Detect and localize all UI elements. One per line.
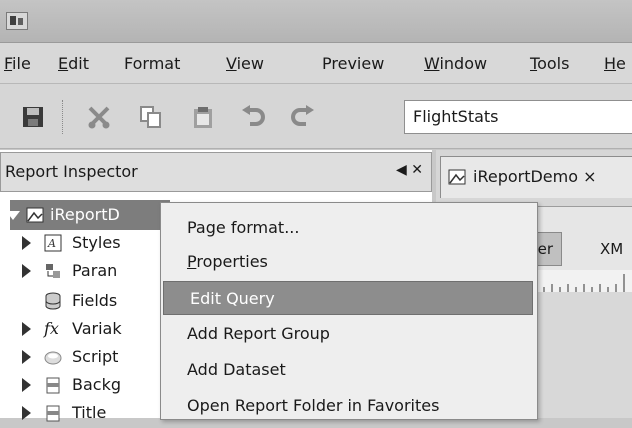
tree-node-variables[interactable]: fx Variak <box>0 314 160 344</box>
menu-item-add-report-group[interactable]: Add Report Group <box>161 317 535 351</box>
window-titlebar <box>0 0 632 43</box>
paste-icon[interactable] <box>190 104 216 130</box>
tree-node-fields[interactable]: Fields <box>0 286 160 316</box>
tree-node-scriptlets[interactable]: Script <box>0 342 160 372</box>
report-icon <box>26 207 44 223</box>
menu-file[interactable]: File <box>4 53 31 75</box>
menu-view[interactable]: View <box>226 53 264 75</box>
tree-node-styles[interactable]: A Styles <box>0 228 160 258</box>
menu-window[interactable]: Window <box>424 53 487 75</box>
tree-node-report[interactable]: iReportD <box>6 200 170 230</box>
expand-arrow-icon[interactable] <box>22 236 31 250</box>
menu-preview[interactable]: Preview <box>322 53 384 75</box>
scriptlet-icon <box>44 351 62 365</box>
design-canvas[interactable] <box>532 292 632 418</box>
svg-text:A: A <box>47 237 56 250</box>
report-selector-combo[interactable]: FlightStats <box>404 100 632 134</box>
save-icon[interactable] <box>20 104 46 130</box>
menubar: File Edit Format View Preview Window Too… <box>0 43 632 84</box>
fields-icon <box>45 292 61 310</box>
expand-arrow-icon[interactable] <box>22 322 31 336</box>
horizontal-ruler <box>532 270 632 293</box>
expand-arrow-icon[interactable] <box>22 378 31 392</box>
expand-arrow-icon[interactable] <box>22 350 31 364</box>
context-menu: Page format... Properties Edit Query Add… <box>160 202 538 420</box>
report-icon <box>448 169 466 185</box>
variables-icon: fx <box>44 319 59 338</box>
expand-arrow-icon[interactable] <box>22 264 31 278</box>
toolbar-separator <box>62 100 65 134</box>
cut-icon[interactable] <box>86 104 112 130</box>
menu-edit[interactable]: Edit <box>58 53 89 75</box>
menu-item-page-format[interactable]: Page format... <box>161 211 535 245</box>
xml-tab[interactable]: XM <box>600 240 623 258</box>
parameters-icon <box>46 264 60 278</box>
collapse-arrow-icon[interactable] <box>6 211 20 220</box>
undo-icon[interactable] <box>240 104 266 130</box>
menu-help[interactable]: He <box>604 53 626 75</box>
tree-node-background[interactable]: Backg <box>0 370 160 400</box>
menu-format[interactable]: Format <box>124 53 180 75</box>
band-icon <box>46 377 60 394</box>
panel-controls[interactable]: ◀ ✕ <box>396 162 423 178</box>
band-icon <box>46 405 60 422</box>
tree-node-parameters[interactable]: Paran <box>0 256 160 286</box>
report-inspector-header: Report Inspector ◀ ✕ <box>0 152 432 192</box>
panel-title: Report Inspector <box>5 162 138 181</box>
menu-item-properties[interactable]: Properties <box>161 245 535 279</box>
app-logo-icon <box>6 12 28 30</box>
menu-tools[interactable]: Tools <box>530 53 569 75</box>
menu-item-add-dataset[interactable]: Add Dataset <box>161 353 535 387</box>
redo-icon[interactable] <box>290 104 316 130</box>
tree-node-title[interactable]: Title <box>0 398 160 428</box>
tab-ireportdemo[interactable]: iReportDemo × <box>440 156 632 198</box>
styles-icon: A <box>44 234 62 252</box>
menu-item-edit-query[interactable]: Edit Query <box>163 281 533 315</box>
copy-icon[interactable] <box>138 104 164 130</box>
